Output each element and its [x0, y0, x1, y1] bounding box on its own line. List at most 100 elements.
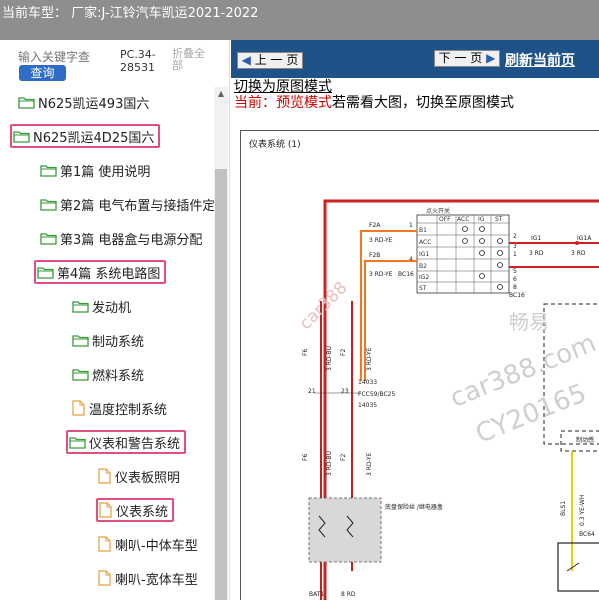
tree-node[interactable]: 第1篇 使用说明 [40, 158, 150, 182]
tree-node-label: 第2篇 电气布置与接插件定 [60, 198, 216, 214]
tree-node[interactable]: N625凯运493国六 [18, 90, 149, 114]
current-mode-suffix: 若需看大图，切换至原图模式 [332, 95, 514, 111]
viewer-panel: ◀ 上 一 页 下 一 页 ▶ 刷新当前页 切换为原图模式 当前：预览模式若需看… [231, 40, 599, 600]
tree-node-label: 第4篇 系统电路图 [57, 266, 161, 282]
tree-node[interactable]: 发动机 [72, 294, 131, 318]
brake-switch-box [557, 542, 599, 592]
next-page-button[interactable]: 下 一 页 ▶ [434, 50, 500, 67]
label-fcc: FCC59/BC25 [358, 391, 396, 398]
refresh-page-link[interactable]: 刷新当前页 [505, 50, 575, 70]
page-nav-bar: ◀ 上 一 页 下 一 页 ▶ 刷新当前页 [231, 40, 599, 78]
label-bc16-right: BC16 [509, 292, 525, 299]
label-14033: 14033 [358, 379, 377, 386]
tree-node-label: 仪表板照明 [115, 470, 181, 486]
next-arrow-icon: ▶ [486, 51, 496, 65]
tree-node[interactable]: 第4篇 系统电路图 [34, 260, 167, 284]
label-bc64: BC64 [579, 531, 595, 538]
folder-icon [40, 198, 57, 211]
tree-node-label: 制动系统 [92, 334, 145, 350]
tree-node[interactable]: N625凯运4D25国六 [10, 124, 161, 148]
folder-icon [18, 96, 35, 109]
pin-right-2: 2 [513, 233, 517, 240]
tree-node-label: 仪表和警告系统 [89, 436, 181, 452]
switch-row-2: IG1 [419, 251, 429, 258]
tree-node[interactable]: 燃料系统 [72, 362, 144, 386]
pin-right-1: 1 [513, 251, 517, 258]
pin-right-6: 6 [513, 276, 517, 283]
tree-node[interactable]: 第3篇 电器盒与电源分配 [40, 226, 202, 250]
tree-node[interactable]: 温度控制系统 [72, 396, 167, 420]
next-page-label: 下 一 页 [438, 51, 483, 65]
tree-node-label: 仪表系统 [116, 504, 169, 520]
switch-grid [417, 215, 509, 293]
label-rd-ye-v: 3 RD-YE [366, 347, 373, 371]
pc-code-label: PC.34-28531 [120, 48, 156, 74]
folder-icon [69, 436, 86, 449]
prev-page-button[interactable]: ◀ 上 一 页 [237, 52, 303, 69]
document-icon [98, 570, 111, 586]
label-f2a: F2A [369, 222, 381, 229]
switch-row-0: B1 [419, 227, 427, 234]
label-ig1a: IG1A [577, 235, 592, 242]
current-mode-prefix: 当前：预览模式 [234, 95, 332, 111]
tree-node[interactable]: 制动系统 [72, 328, 144, 352]
label-bls1: BLS1 [560, 501, 567, 516]
switch-header: 点火开关 [426, 207, 450, 215]
prev-arrow-icon: ◀ [241, 53, 251, 67]
tree-node-label: N625凯运493国六 [38, 96, 150, 112]
label-rd8-alt: 8 RD [341, 591, 356, 598]
folder-icon [72, 368, 89, 381]
prev-page-label: 上 一 页 [254, 53, 299, 67]
scroll-up-arrow-icon[interactable]: ▲ [214, 87, 228, 101]
tree-node-label: 燃料系统 [92, 368, 145, 384]
tree-node-label: 第1篇 使用说明 [60, 164, 151, 180]
pin-left-1: 1 [409, 222, 413, 229]
label-bc16-left: BC16 [398, 271, 414, 278]
current-vehicle-title: 当前车型： 厂家:J-江铃汽车凯运2021-2022 [2, 6, 259, 21]
collapse-all-button[interactable]: 折叠全部 [172, 48, 214, 72]
switch-col-1: ACC [457, 216, 469, 223]
folder-icon [72, 334, 89, 347]
left-panel: 查询 PC.34-28531 折叠全部 N625凯运493国六 N625凯运4D2… [0, 40, 230, 600]
label-f2: F2 [340, 349, 347, 356]
switch-row-1: ACC [419, 239, 431, 246]
folder-icon [40, 164, 57, 177]
label-rd-ye-2: 3 RD-YE [369, 271, 393, 278]
switch-col-3: ST [495, 216, 503, 223]
label-f2b: F2B [369, 252, 380, 259]
document-icon [98, 536, 111, 552]
switch-col-2: IG [478, 216, 485, 223]
tree-node[interactable]: 第2篇 电气布置与接插件定 [40, 192, 215, 216]
label-f6b: F6 [302, 454, 309, 461]
search-input[interactable] [18, 48, 114, 66]
tree-node-label: 温度控制系统 [89, 402, 168, 418]
pin-right-8: 8 [513, 284, 517, 291]
tree-node[interactable]: 仪表系统 [96, 498, 175, 522]
folder-icon [40, 232, 57, 245]
document-icon [98, 468, 111, 484]
tree-node[interactable]: 仪表和警告系统 [66, 430, 187, 454]
label-14035: 14035 [358, 402, 377, 409]
tree-scrollbar[interactable]: ▲ [214, 87, 228, 600]
search-area: 查询 PC.34-28531 折叠全部 [0, 40, 229, 88]
current-mode-text: 当前：预览模式若需看大图，切换至原图模式 [234, 92, 514, 112]
label-ctrl: 制动感 [576, 436, 594, 444]
tree-node-label: 喇叭-宽体车型 [115, 572, 198, 588]
label-wh: 0.3 YE-WH [579, 495, 586, 526]
label-rd-3a: 3 RD [529, 250, 544, 257]
tree-node[interactable]: 喇叭-中体车型 [98, 532, 198, 556]
tree-node-label: 喇叭-中体车型 [115, 538, 198, 554]
label-23: 23 [341, 388, 349, 395]
switch-contacts [462, 226, 503, 290]
tree-node[interactable]: 喇叭-宽体车型 [98, 566, 198, 590]
tree-node-label: 发动机 [92, 300, 132, 316]
label-rd-ye-b: 3 RD-YE [366, 452, 373, 476]
folder-icon [72, 300, 89, 313]
switch-row-4: IG2 [419, 274, 429, 281]
wiring-diagram[interactable]: 仪表系统 (1) 点火开关 OFF ACC IG ST B1 ACC IG1 B… [240, 130, 599, 600]
document-icon [99, 502, 112, 518]
watermark-changyi: 畅易 [509, 310, 549, 334]
search-button[interactable]: 查询 [19, 65, 66, 81]
scroll-thumb[interactable] [215, 169, 227, 600]
tree-node[interactable]: 仪表板照明 [98, 464, 180, 488]
